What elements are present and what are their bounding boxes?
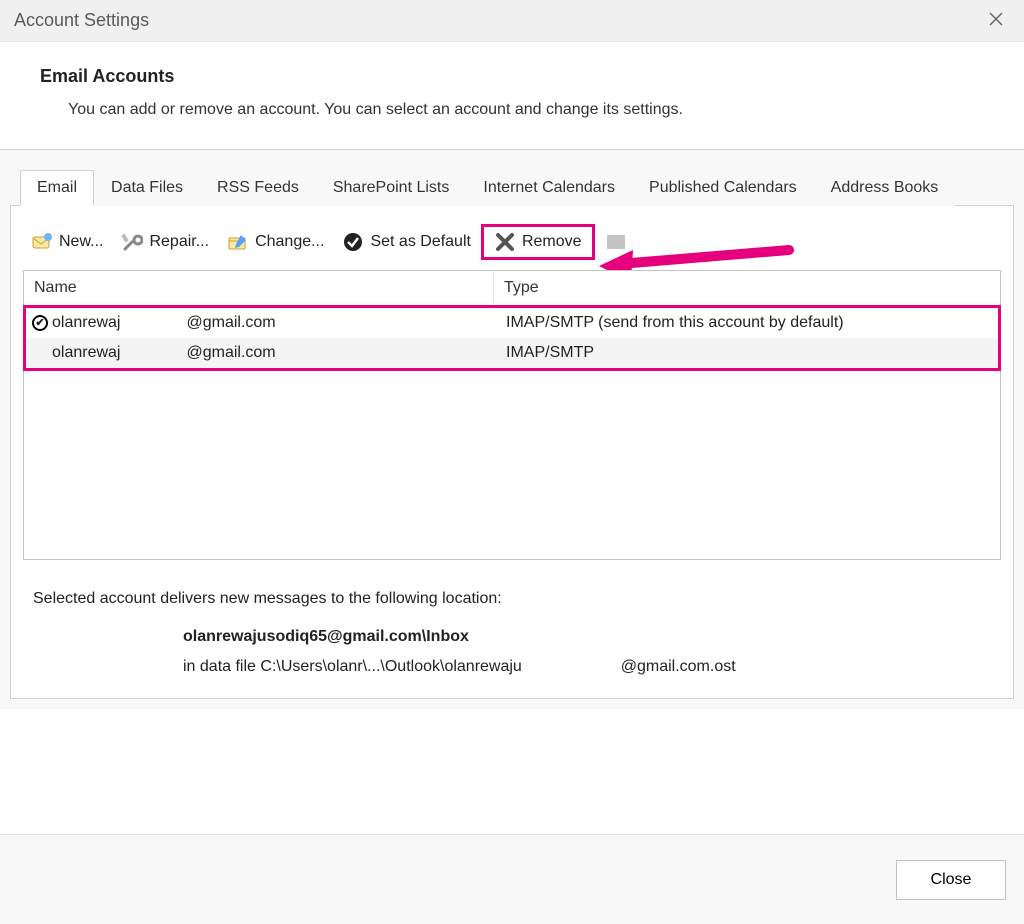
account-name-part1: olanrewaj xyxy=(52,314,120,332)
footer-info: Selected account delivers new messages t… xyxy=(23,560,1001,686)
account-row[interactable]: ✔ olanrewaj @gmail.com IMAP/SMTP (send f… xyxy=(26,308,998,338)
accounts-grid: Name Type ✔ olanrewaj @gmail.com IMAP/SM… xyxy=(23,270,1001,560)
close-icon xyxy=(988,11,1004,30)
tab-strip: Email Data Files RSS Feeds SharePoint Li… xyxy=(20,170,1014,206)
window-title: Account Settings xyxy=(14,10,149,31)
repair-button[interactable]: Repair... xyxy=(113,227,217,257)
tab-address-books[interactable]: Address Books xyxy=(814,170,956,206)
tab-data-files[interactable]: Data Files xyxy=(94,170,200,206)
change-button[interactable]: Change... xyxy=(219,227,332,257)
set-default-button[interactable]: Set as Default xyxy=(334,227,479,257)
account-name-part1: olanrewaj xyxy=(52,344,120,362)
account-type: IMAP/SMTP xyxy=(496,344,998,362)
content: Email Data Files RSS Feeds SharePoint Li… xyxy=(0,150,1024,709)
default-check-icon: ✔ xyxy=(32,315,48,331)
column-type[interactable]: Type xyxy=(494,271,1000,305)
tab-panel-email: New... Repair... Change... Set as Defaul… xyxy=(10,205,1014,699)
check-circle-icon xyxy=(342,231,364,253)
tab-rss-feeds[interactable]: RSS Feeds xyxy=(200,170,316,206)
header-subtitle: You can add or remove an account. You ca… xyxy=(68,101,984,119)
footer-path-b: @gmail.com.ost xyxy=(621,658,736,675)
footer-path-a: in data file C:\Users\olanr\...\Outlook\… xyxy=(183,658,522,675)
account-name-part2: @gmail.com xyxy=(186,344,275,362)
remove-x-icon xyxy=(494,231,516,253)
folder-edit-icon xyxy=(227,231,249,253)
footer-location-bold: olanrewajusodiq65@gmail.com\Inbox xyxy=(183,628,991,646)
header: Email Accounts You can add or remove an … xyxy=(0,42,1024,150)
remove-label: Remove xyxy=(522,233,582,251)
account-type: IMAP/SMTP (send from this account by def… xyxy=(496,314,998,332)
account-row[interactable]: olanrewaj @gmail.com IMAP/SMTP xyxy=(26,338,998,368)
new-label: New... xyxy=(59,233,103,251)
column-name[interactable]: Name xyxy=(24,271,494,305)
bottom-bar: Close xyxy=(0,834,1024,924)
mail-new-icon xyxy=(31,231,53,253)
toolbar: New... Repair... Change... Set as Defaul… xyxy=(23,218,1001,270)
remove-button[interactable]: Remove xyxy=(481,224,595,260)
account-name-part2: @gmail.com xyxy=(186,314,275,332)
tab-sharepoint-lists[interactable]: SharePoint Lists xyxy=(316,170,467,206)
new-button[interactable]: New... xyxy=(23,227,111,257)
footer-intro: Selected account delivers new messages t… xyxy=(33,590,991,608)
tools-icon xyxy=(121,231,143,253)
header-title: Email Accounts xyxy=(40,66,984,87)
grid-rows-highlight: ✔ olanrewaj @gmail.com IMAP/SMTP (send f… xyxy=(23,305,1001,371)
close-button[interactable]: Close xyxy=(896,860,1006,900)
titlebar: Account Settings xyxy=(0,0,1024,42)
repair-label: Repair... xyxy=(149,233,209,251)
window-close-button[interactable] xyxy=(982,7,1010,35)
change-label: Change... xyxy=(255,233,324,251)
tab-published-calendars[interactable]: Published Calendars xyxy=(632,170,814,206)
tab-internet-calendars[interactable]: Internet Calendars xyxy=(466,170,632,206)
set-default-label: Set as Default xyxy=(370,233,471,251)
grid-header: Name Type xyxy=(24,271,1000,306)
tab-email[interactable]: Email xyxy=(20,170,94,206)
